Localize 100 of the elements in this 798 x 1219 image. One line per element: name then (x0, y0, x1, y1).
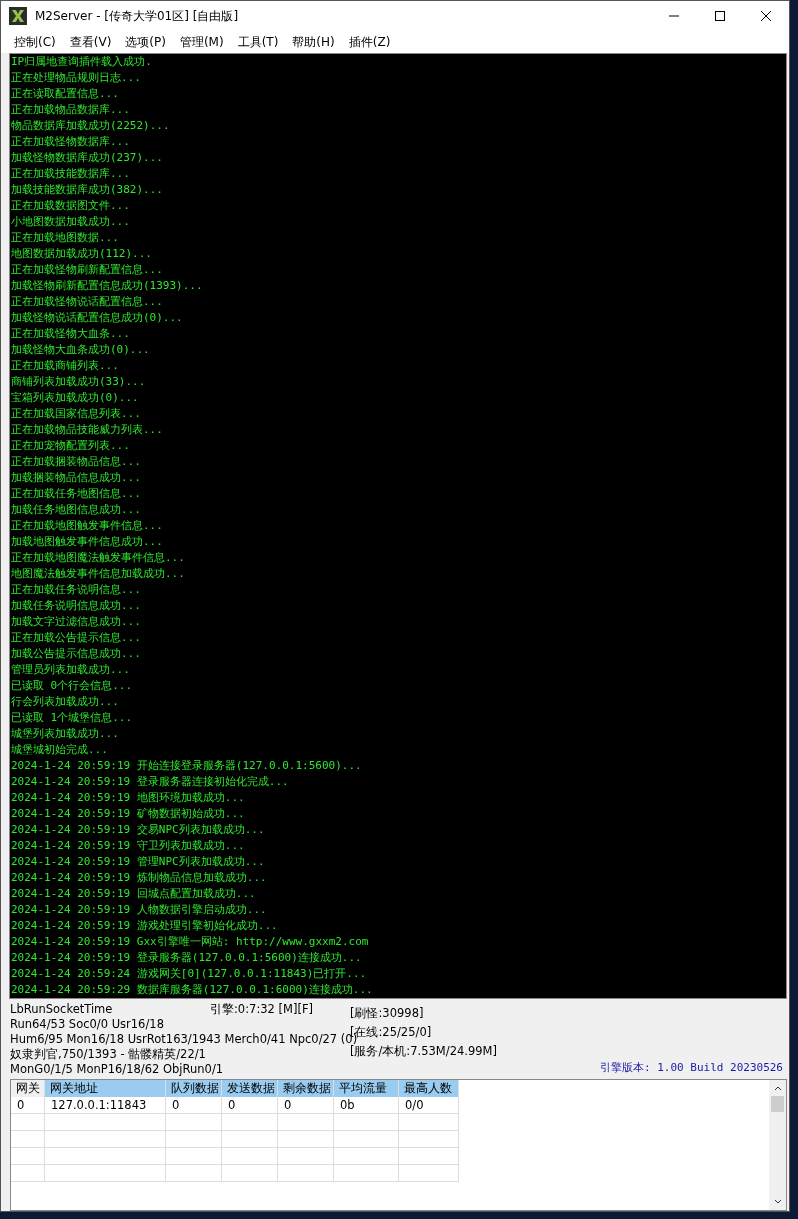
menu-item[interactable]: 控制(C) (7, 33, 63, 51)
log-line: 正在加载怪物大血条... (10, 326, 131, 342)
log-line: 2024-1-24 20:59:19 矿物数据初始成功... (10, 806, 246, 822)
log-line: 2024-1-24 20:59:29 数据库服务器(127.0.0.1:6000)连接成功... (10, 982, 374, 998)
maximize-icon (714, 10, 726, 22)
log-line: 加载捆装物品信息成功... (10, 470, 142, 486)
log-line: 2024-1-24 20:59:19 开始连接登录服务器(127.0.0.1:5600)... (10, 758, 363, 774)
log-line: 正在加载地图魔法触发事件信息... (10, 550, 186, 566)
log-line: 行会列表加载成功... (10, 694, 120, 710)
log-line: 加载怪物数据库成功(237)... (10, 150, 164, 166)
close-icon (760, 10, 772, 22)
table-cell (334, 1114, 399, 1131)
column-header[interactable]: 网关 (11, 1080, 45, 1097)
scrollbar[interactable] (769, 1080, 786, 1210)
menu-item[interactable]: 选项(P) (118, 33, 173, 51)
menu-item[interactable]: 插件(Z) (341, 33, 398, 51)
log-line: 加载地图触发事件信息成功... (10, 534, 164, 550)
table-cell (222, 1131, 278, 1148)
table-cell (278, 1114, 334, 1131)
log-line: 已读取 1个城堡信息... (10, 710, 134, 726)
log-line: 2024-1-24 20:59:19 人物数据引擎启动成功... (10, 902, 268, 918)
table-cell: 0 (11, 1097, 45, 1114)
log-line: 地图魔法触发事件信息加载成功... (10, 566, 186, 582)
log-line: 正在加载数据图文件... (10, 198, 131, 214)
column-header[interactable]: 发送数据 (222, 1080, 278, 1097)
table-cell: 0 (222, 1097, 278, 1114)
log-line: 城堡城初始完成... (10, 742, 109, 758)
table-cell (334, 1165, 399, 1182)
engine-time: 引擎:0:7:32 [M][F] (210, 1002, 314, 1017)
log-line: 2024-1-24 20:59:19 游戏处理引擎初始化成功... (10, 918, 279, 934)
table-cell (334, 1148, 399, 1165)
status-text: [刷怪:30998] (350, 1005, 424, 1022)
table-cell (334, 1131, 399, 1148)
status-text: MonG0/1/5 MonP16/18/62 ObjRun0/1 (10, 1062, 224, 1077)
menu-item[interactable]: 帮助(H) (285, 33, 342, 51)
log-line: 2024-1-24 20:59:19 炼制物品信息加载成功... (10, 870, 268, 886)
log-line: 加载怪物刷新配置信息成功(1393)... (10, 278, 204, 294)
log-line: 正在加载怪物说话配置信息... (10, 294, 164, 310)
table-cell (399, 1165, 459, 1182)
log-line: 地图数据加载成功(112)... (10, 246, 153, 262)
log-line: 正在加载国家信息列表... (10, 406, 142, 422)
log-line: 加载任务地图信息成功... (10, 502, 142, 518)
log-line: 正在加载地图数据... (10, 230, 120, 246)
version-label: 引擎版本: 1.00 Build 20230526 (599, 1060, 783, 1075)
table-cell (278, 1148, 334, 1165)
log-line: 2024-1-24 20:59:19 登录服务器(127.0.0.1:5600)连接成功... (10, 950, 363, 966)
table-cell (11, 1131, 45, 1148)
status-text: LbRunSocketTime (10, 1002, 113, 1017)
column-header[interactable]: 最高人数 (399, 1080, 459, 1097)
menu-item[interactable]: 管理(M) (172, 33, 231, 51)
log-line: 加载怪物说话配置信息成功(0)... (10, 310, 184, 326)
table-cell (166, 1148, 222, 1165)
log-line: 正在加载任务地图信息... (10, 486, 142, 502)
table-cell (166, 1131, 222, 1148)
log-line: 加载任务说明信息成功... (10, 598, 142, 614)
table-cell: 0 (278, 1097, 334, 1114)
log-line: 城堡列表加载成功... (10, 726, 120, 742)
log-line: 正在加载任务说明信息... (10, 582, 142, 598)
scroll-thumb[interactable] (771, 1096, 784, 1112)
log-line: 2024-1-24 20:59:19 回城点配置加载成功... (10, 886, 257, 902)
log-line: IP归属地查询插件载入成功. (10, 54, 153, 70)
table-cell: 127.0.0.1:11843 (45, 1097, 166, 1114)
menu-item[interactable]: 查看(V) (62, 33, 119, 51)
table-cell (278, 1131, 334, 1148)
table-cell: 0 (166, 1097, 222, 1114)
log-line: 正在加载公告提示信息... (10, 630, 142, 646)
log-line: 正在加载地图触发事件信息... (10, 518, 164, 534)
log-line: 已读取 0个行会信息... (10, 678, 134, 694)
table-cell (399, 1114, 459, 1131)
log-line: 正在加载商铺列表... (10, 358, 120, 374)
log-line: 2024-1-24 20:59:19 Gxx引擎唯一网站: http://www.gxxm2.com (10, 934, 370, 950)
table-cell (166, 1165, 222, 1182)
log-line: 2024-1-24 20:59:19 地图环境加载成功... (10, 790, 246, 806)
table-cell (11, 1165, 45, 1182)
log-line: 正在加载怪物数据库... (10, 134, 131, 150)
column-header[interactable]: 平均流量 (334, 1080, 399, 1097)
log-line: 2024-1-24 20:59:24 游戏网关[0](127.0.0.1:11843)已打开... (10, 966, 368, 982)
table-cell (278, 1165, 334, 1182)
log-line: 正在加载物品数据库... (10, 102, 131, 118)
log-line: 加载技能数据库成功(382)... (10, 182, 164, 198)
table-cell (222, 1165, 278, 1182)
menu-item[interactable]: 工具(T) (230, 33, 286, 51)
log-line: 宝箱列表加载成功(0)... (10, 390, 140, 406)
table-cell (166, 1114, 222, 1131)
log-line: 加载文字过滤信息成功... (10, 614, 142, 630)
window-title: M2Server - [传奇大学01区] [自由版] (35, 7, 240, 25)
status-text: Run64/53 Soc0/0 Usr16/18 (10, 1017, 164, 1032)
table-cell (11, 1114, 45, 1131)
column-header[interactable]: 网关地址 (45, 1080, 166, 1097)
log-line: 正在处理物品规则日志... (10, 70, 142, 86)
log-line: 物品数据库加载成功(2252)... (10, 118, 171, 134)
table-cell (11, 1148, 45, 1165)
status-text: 奴隶判官,750/1393 - 骷髅精英/22/1 (10, 1047, 206, 1062)
log-line: 2024-1-24 20:59:19 交易NPC列表加载成功... (10, 822, 266, 838)
status-text: [服务/本机:7.53M/24.99M] (350, 1044, 497, 1060)
column-header[interactable]: 剩余数据 (278, 1080, 334, 1097)
table-cell: 0b (334, 1097, 399, 1114)
log-line: 2024-1-24 20:59:19 登录服务器连接初始化完成... (10, 774, 290, 790)
log-line: 正在读取配置信息... (10, 86, 120, 102)
column-header[interactable]: 队列数据 (166, 1080, 222, 1097)
